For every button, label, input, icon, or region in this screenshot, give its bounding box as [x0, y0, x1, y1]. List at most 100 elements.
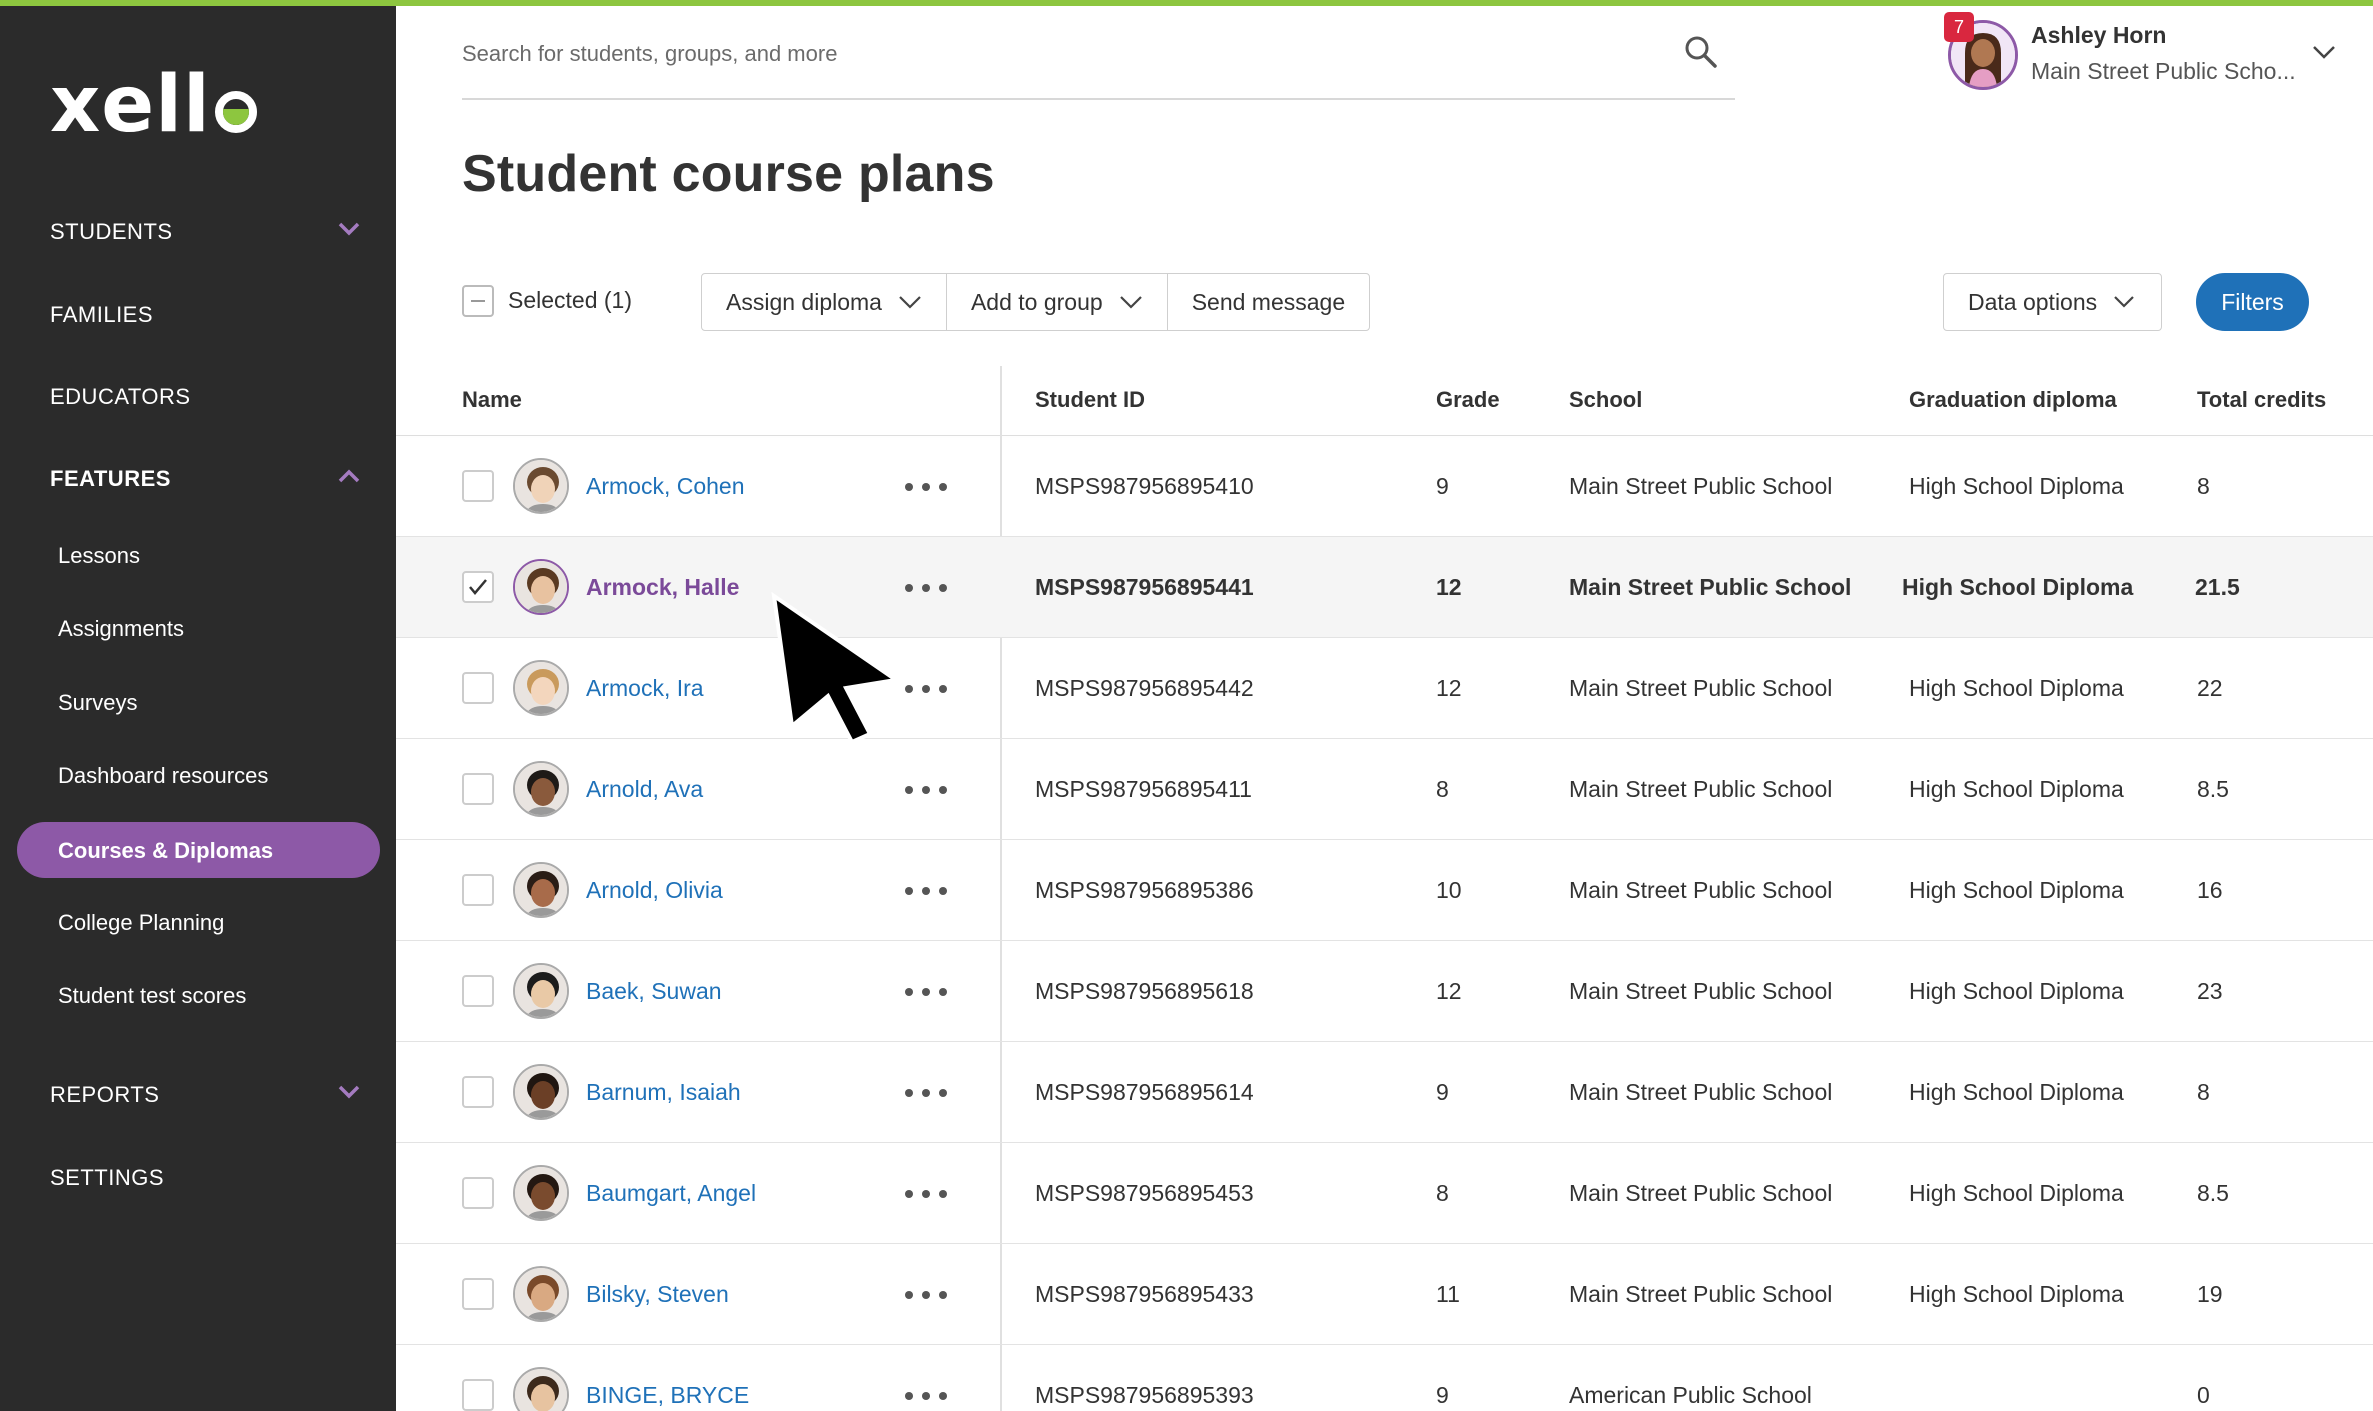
table-header: Name Student ID Grade School Graduation …	[396, 366, 2373, 436]
xello-logo[interactable]: xell	[50, 66, 257, 144]
sidebar-item-reports[interactable]: REPORTS	[50, 1082, 159, 1108]
filters-button[interactable]: Filters	[2196, 273, 2309, 331]
student-id-cell: MSPS987956895453	[1035, 1180, 1254, 1206]
data-options-label: Data options	[1968, 288, 2098, 315]
sidebar-item-dashboard-resources[interactable]: Dashboard resources	[58, 763, 268, 789]
student-name-link[interactable]: Arnold, Ava	[586, 776, 703, 803]
school-cell: Main Street Public School	[1569, 574, 1852, 600]
send-message-button[interactable]: Send message	[1168, 274, 1369, 330]
chevron-down-icon[interactable]	[338, 1085, 360, 1099]
more-options-icon[interactable]	[904, 482, 948, 492]
student-name-link[interactable]: Baek, Suwan	[586, 978, 722, 1005]
table-row[interactable]: Arnold, Ava MSPS987956895411 8 Main Street …	[396, 739, 2373, 840]
avatar[interactable]	[513, 761, 569, 817]
student-name-link[interactable]: Armock, Halle	[586, 574, 739, 601]
more-options-icon[interactable]	[904, 684, 948, 694]
row-checkbox[interactable]	[462, 1076, 494, 1108]
student-name-link[interactable]: Baumgart, Angel	[586, 1180, 756, 1207]
search-icon[interactable]	[1683, 34, 1719, 70]
select-all-checkbox[interactable]	[462, 285, 494, 317]
more-options-icon[interactable]	[904, 987, 948, 997]
student-name-link[interactable]: Arnold, Olivia	[586, 877, 723, 904]
table-row[interactable]: Armock, Halle MSPS987956895441 12 Main Stre…	[396, 537, 2373, 638]
credits-cell: 23	[2197, 978, 2223, 1004]
more-options-icon[interactable]	[904, 886, 948, 896]
avatar[interactable]	[513, 862, 569, 918]
table-row[interactable]: Arnold, Olivia MSPS987956895386 10 Main Str…	[396, 840, 2373, 941]
chevron-down-icon[interactable]	[2312, 44, 2336, 60]
student-name-link[interactable]: BINGE, BRYCE	[586, 1382, 749, 1409]
user-profile-menu[interactable]: 7 Ashley Horn Main Street Public Scho...	[1944, 12, 2344, 96]
sidebar-item-settings[interactable]: SETTINGS	[50, 1165, 164, 1191]
school-cell: Main Street Public School	[1569, 675, 1833, 701]
sidebar-item-courses-diplomas[interactable]: Courses & Diplomas	[17, 822, 380, 878]
avatar[interactable]	[513, 1064, 569, 1120]
sidebar-item-students[interactable]: STUDENTS	[50, 219, 173, 245]
avatar[interactable]	[513, 963, 569, 1019]
diploma-cell: High School Diploma	[1909, 473, 2124, 499]
more-options-icon[interactable]	[904, 1189, 948, 1199]
credits-cell: 0	[2197, 1382, 2210, 1408]
school-cell: Main Street Public School	[1569, 978, 1833, 1004]
avatar[interactable]	[513, 1367, 569, 1411]
grade-cell: 12	[1436, 675, 1462, 701]
sidebar-item-features[interactable]: FEATURES	[50, 466, 171, 492]
avatar[interactable]	[513, 1165, 569, 1221]
column-header-graduation-diploma[interactable]: Graduation diploma	[1909, 387, 2117, 413]
table-row[interactable]: Baumgart, Angel MSPS987956895453 8 Main Str…	[396, 1143, 2373, 1244]
row-checkbox[interactable]	[462, 571, 494, 603]
sidebar-item-student-test-scores[interactable]: Student test scores	[58, 983, 246, 1009]
sidebar-item-assignments[interactable]: Assignments	[58, 616, 184, 642]
more-options-icon[interactable]	[904, 583, 948, 593]
row-checkbox[interactable]	[462, 975, 494, 1007]
sidebar-item-lessons[interactable]: Lessons	[58, 543, 140, 569]
credits-cell: 21.5	[2195, 574, 2240, 600]
more-options-icon[interactable]	[904, 1391, 948, 1401]
table-row[interactable]: Bilsky, Steven MSPS987956895433 11 Main Str…	[396, 1244, 2373, 1345]
row-checkbox[interactable]	[462, 773, 494, 805]
chevron-down-icon[interactable]	[338, 222, 360, 236]
column-header-total-credits[interactable]: Total credits	[2197, 387, 2326, 413]
table-row[interactable]: BINGE, BRYCE MSPS987956895393 9 American Pu…	[396, 1345, 2373, 1411]
table-row[interactable]: Armock, Cohen MSPS987956895410 9 Main Stree…	[396, 436, 2373, 537]
student-name-link[interactable]: Armock, Cohen	[586, 473, 745, 500]
avatar[interactable]	[513, 458, 569, 514]
student-name-link[interactable]: Barnum, Isaiah	[586, 1079, 741, 1106]
grade-cell: 8	[1436, 776, 1449, 802]
avatar[interactable]	[513, 660, 569, 716]
table-row[interactable]: Baek, Suwan MSPS987956895618 12 Main Street…	[396, 941, 2373, 1042]
more-options-icon[interactable]	[904, 1290, 948, 1300]
column-header-name[interactable]: Name	[462, 387, 522, 413]
student-name-link[interactable]: Bilsky, Steven	[586, 1281, 729, 1308]
add-to-group-button[interactable]: Add to group	[947, 274, 1168, 330]
table-row[interactable]: Barnum, Isaiah MSPS987956895614 9 Main Stre…	[396, 1042, 2373, 1143]
row-checkbox[interactable]	[462, 672, 494, 704]
row-checkbox[interactable]	[462, 1379, 494, 1411]
column-header-school[interactable]: School	[1569, 387, 1642, 413]
row-checkbox[interactable]	[462, 1177, 494, 1209]
avatar[interactable]	[513, 559, 569, 615]
data-options-dropdown[interactable]: Data options	[1943, 273, 2162, 331]
assign-diploma-button[interactable]: Assign diploma	[702, 274, 947, 330]
row-checkbox[interactable]	[462, 470, 494, 502]
row-checkbox[interactable]	[462, 874, 494, 906]
row-checkbox[interactable]	[462, 1278, 494, 1310]
table-row[interactable]: Armock, Ira MSPS987956895442 12 Main Street…	[396, 638, 2373, 739]
more-options-icon[interactable]	[904, 1088, 948, 1098]
more-options-icon[interactable]	[904, 785, 948, 795]
notification-badge[interactable]: 7	[1944, 12, 1974, 42]
column-header-grade[interactable]: Grade	[1436, 387, 1500, 413]
sidebar-item-surveys[interactable]: Surveys	[58, 690, 137, 716]
student-name-link[interactable]: Armock, Ira	[586, 675, 704, 702]
sidebar-item-educators[interactable]: EDUCATORS	[50, 384, 191, 410]
column-header-student-id[interactable]: Student ID	[1035, 387, 1145, 413]
sidebar-item-families[interactable]: FAMILIES	[50, 302, 153, 328]
chevron-up-icon[interactable]	[338, 469, 360, 483]
avatar[interactable]	[513, 1266, 569, 1322]
grade-cell: 9	[1436, 473, 1449, 499]
credits-cell: 8	[2197, 1079, 2210, 1105]
grade-cell: 12	[1436, 574, 1462, 600]
sidebar-item-college-planning[interactable]: College Planning	[58, 910, 224, 936]
search-input[interactable]	[462, 34, 1612, 74]
add-to-group-label: Add to group	[970, 288, 1103, 315]
